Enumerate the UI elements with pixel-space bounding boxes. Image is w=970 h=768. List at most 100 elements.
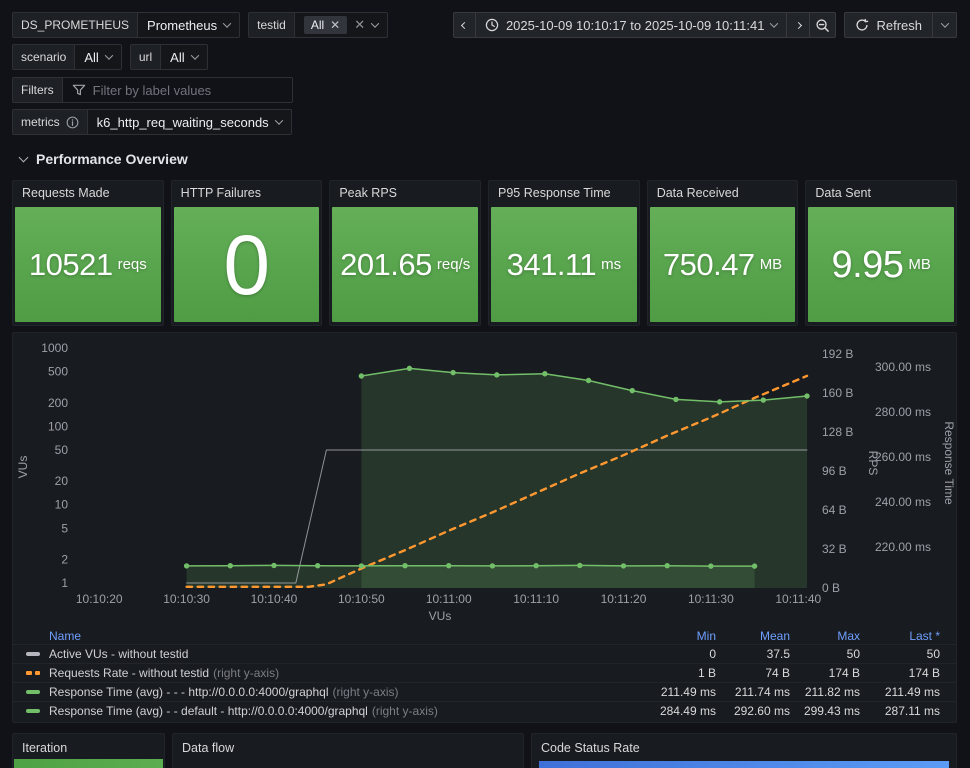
testid-select[interactable]: All ✕ ✕ (293, 13, 388, 37)
url-value: All (170, 49, 185, 65)
legend-sort-mean[interactable]: Mean (760, 629, 790, 643)
series-point-marker (533, 562, 539, 569)
series-point-marker (664, 562, 670, 569)
legend-row: Active VUs - without testid 0 37.5 50 50 (13, 644, 956, 663)
ds-prometheus-select[interactable]: Prometheus (137, 13, 240, 37)
zoom-out-time-button[interactable] (810, 12, 837, 38)
timeseries-svg: 1000 500 200 100 50 20 10 5 2 1 VUs 192 B 160 B 128 B… (16, 341, 956, 623)
legend-sort-min[interactable]: Min (697, 629, 716, 643)
row-toggle-performance-overview[interactable]: Performance Overview (18, 150, 957, 168)
panel-iteration: Iteration (12, 733, 165, 768)
magnifier-minus-icon (815, 18, 830, 33)
testid-tag-all[interactable]: All ✕ (303, 16, 348, 34)
remove-tag-icon[interactable]: ✕ (330, 19, 340, 31)
series-point-marker (708, 563, 714, 569)
stat-value: 9.95 (831, 243, 904, 286)
panel-title[interactable]: Data Sent (806, 181, 956, 205)
metrics-label-text: metrics (21, 115, 60, 129)
scenario-select[interactable]: All (74, 45, 121, 69)
series-point-marker (620, 563, 627, 569)
series-point-marker (227, 562, 233, 569)
legend-series-label[interactable]: Response Time (avg) - - default - http:/… (49, 704, 438, 718)
axis-tick-label: 0 B (822, 581, 840, 595)
label-filter-input[interactable]: Filter by label values (61, 78, 292, 102)
info-circle-icon (66, 116, 79, 129)
stat-unit: MB (908, 256, 931, 273)
series-swatch-gray (26, 652, 40, 656)
legend-mean-value: 74 B (765, 666, 790, 680)
stat-value-area: 201.65 req/s (332, 207, 479, 322)
chart-canvas[interactable]: 1000 500 200 100 50 20 10 5 2 1 VUs 192 B 160 B 128 B… (13, 333, 956, 625)
series-point-marker (358, 373, 365, 379)
series-point-marker (314, 562, 321, 569)
time-shift-back-button[interactable] (452, 12, 476, 38)
chevron-down-icon (104, 51, 114, 60)
chevron-right-icon (794, 21, 803, 29)
stats-row: Requests Made 10521 reqs HTTP Failures 0 Peak… (12, 180, 958, 326)
chevron-down-icon (940, 19, 949, 28)
stat-value: 341.11 (506, 247, 597, 282)
panel-title[interactable]: Code Status Rate (532, 734, 956, 762)
stat-value: 201.65 (340, 247, 432, 282)
legend-last-value: 287.11 ms (884, 704, 940, 718)
filters-label: Filters (13, 78, 62, 102)
legend-max-value: 174 B (828, 666, 860, 680)
panel-title[interactable]: Iteration (13, 734, 164, 762)
legend-series-label[interactable]: Response Time (avg) - - - http://0.0.0.0… (49, 685, 399, 699)
series-point-marker (358, 563, 365, 569)
series-point-marker (751, 563, 758, 569)
panel-title[interactable]: Requests Made (13, 181, 163, 205)
series-point-marker (446, 562, 452, 569)
panel-title[interactable]: Peak RPS (330, 181, 480, 205)
panel-code-status-rate: Code Status Rate (531, 733, 957, 768)
legend-series-label[interactable]: Active VUs - without testid (49, 647, 188, 661)
stat-panel-data-received: Data Received 750.47 MB (646, 180, 799, 326)
refresh-interval-dropdown[interactable] (933, 12, 957, 38)
ds-prometheus-label: DS_PROMETHEUS (13, 13, 138, 37)
axis-tick-label: 260.00 ms (875, 450, 931, 464)
axis-tick-label: 128 B (822, 425, 853, 439)
series-point-marker (804, 393, 810, 399)
axis-tick-label: 10:10:50 (338, 592, 385, 606)
legend-sort-max[interactable]: Max (837, 629, 860, 643)
variable-ds-prometheus: DS_PROMETHEUS Prometheus (12, 12, 241, 38)
axis-tick-label: 10:11:20 (601, 592, 647, 606)
green-bar (14, 759, 163, 768)
panel-title[interactable]: HTTP Failures (172, 181, 322, 205)
panel-title[interactable]: Data Received (648, 181, 798, 205)
time-range-text: 2025-10-09 10:10:17 to 2025-10-09 10:11:… (505, 17, 765, 33)
time-range-picker-button[interactable]: 2025-10-09 10:10:17 to 2025-10-09 10:11:… (475, 12, 788, 38)
legend-series-label[interactable]: Requests Rate - without testid (right y-a… (49, 666, 279, 680)
legend-axis-note: (right y-axis) (371, 704, 438, 718)
panel-title[interactable]: Data flow (173, 734, 523, 762)
panel-title[interactable]: P95 Response Time (489, 181, 639, 205)
metrics-label: metrics (13, 110, 87, 134)
axis-tick-label: 50 (55, 443, 69, 457)
stat-unit: reqs (117, 256, 147, 273)
testid-tag-label: All (310, 18, 325, 32)
chevron-down-icon (222, 19, 232, 28)
stat-value-area: 341.11 ms (491, 207, 637, 322)
legend-header-row: Name Min Mean Max Last * (13, 627, 956, 644)
testid-label: testid (249, 13, 294, 37)
legend-sort-last[interactable]: Last * (909, 629, 940, 643)
axis-tick-label: 10:10:40 (251, 592, 298, 606)
legend-last-value: 174 B (908, 666, 940, 680)
refresh-button[interactable]: Refresh (844, 12, 933, 38)
clear-all-icon[interactable]: ✕ (354, 17, 365, 33)
axis-tick-label: Response Time (942, 421, 956, 505)
legend-sort-name[interactable]: Name (49, 629, 81, 643)
chevron-down-icon (190, 51, 199, 60)
metrics-select[interactable]: k6_http_req_waiting_seconds (86, 110, 291, 134)
legend-min-value: 0 (709, 647, 716, 661)
axis-tick-label: 200 (48, 396, 68, 410)
legend-min-value: 284.49 ms (659, 704, 716, 718)
legend-min-value: 1 B (697, 666, 716, 680)
legend-min-value: 211.49 ms (660, 685, 716, 699)
time-shift-forward-button[interactable] (787, 12, 811, 38)
variable-testid: testid All ✕ ✕ (248, 12, 389, 38)
url-select[interactable]: All (160, 45, 207, 69)
stat-panel-peak-rps: Peak RPS 201.65 req/s (329, 180, 482, 326)
series-swatch-green (26, 690, 40, 694)
series-point-marker (406, 365, 413, 372)
